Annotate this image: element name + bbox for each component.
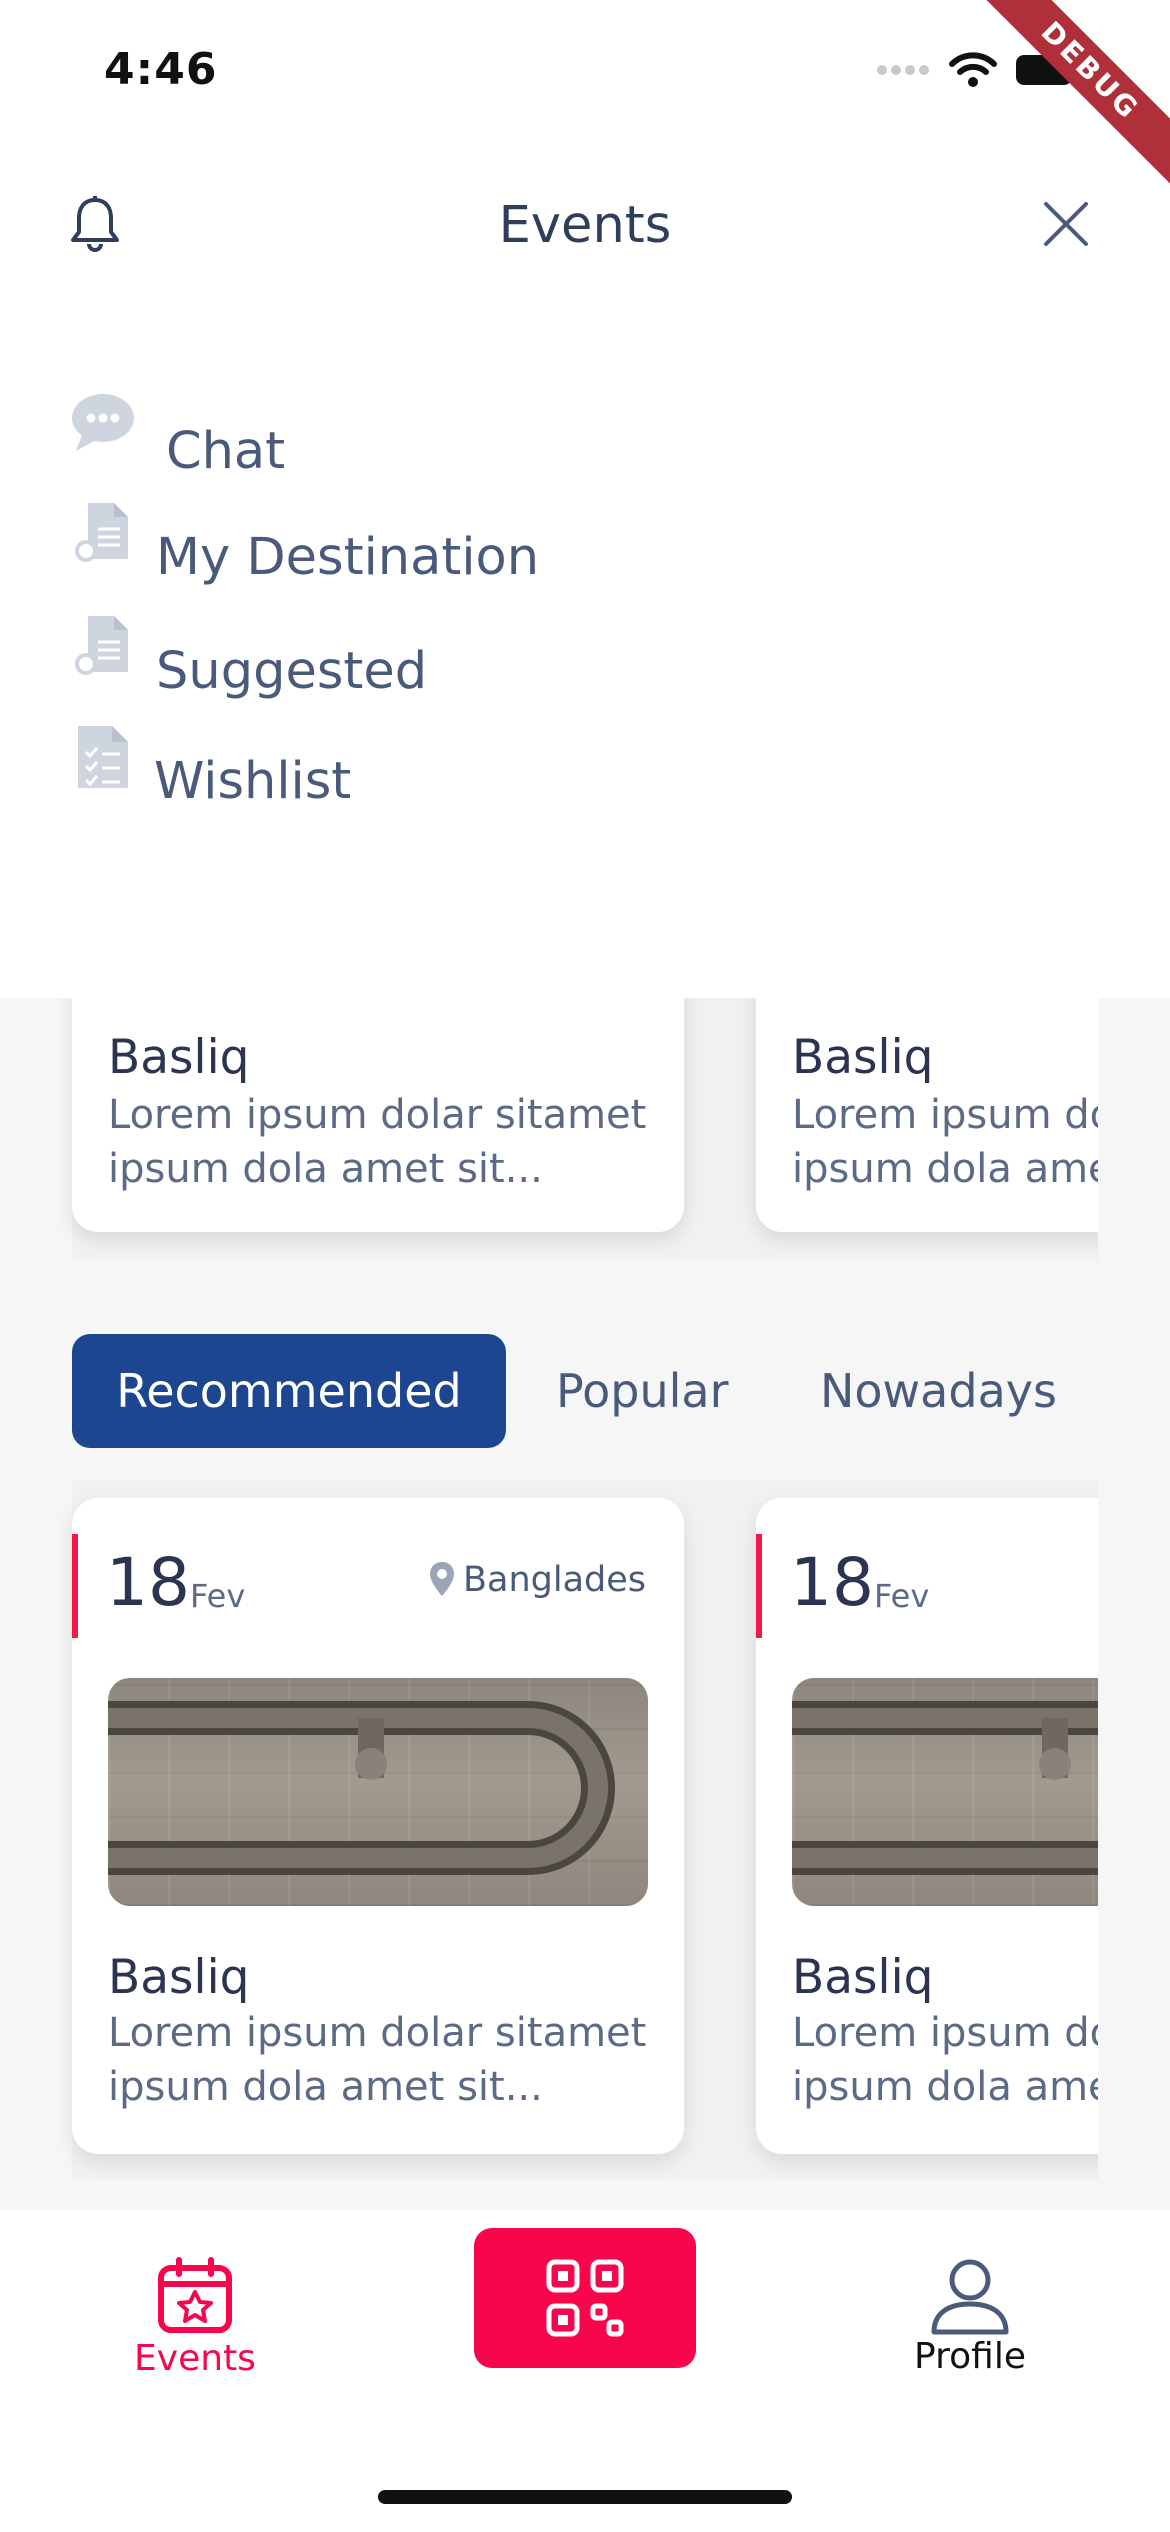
nav-events-label: Events [134, 2338, 256, 2379]
top-card-1[interactable]: Basliq Lorem ipsum dolar sitamet ipsum d… [72, 998, 684, 1232]
event-day: 18 [790, 1544, 874, 1621]
top-card-desc-line1: Lorem ipsum dolar sitamet [108, 1092, 647, 1138]
nav-profile[interactable]: Profile [900, 2256, 1040, 2377]
cellular-signal-icon [877, 65, 929, 75]
event-card-desc-line1: Lorem ipsum dolar sitamet [108, 2010, 647, 2056]
top-cards-row: Basliq Lorem ipsum dolar sitamet ipsum d… [0, 998, 1098, 1260]
menu-item-label: Suggested [156, 642, 428, 701]
top-card-title: Basliq [108, 1030, 250, 1085]
accent-bar [72, 1534, 78, 1638]
menu-item-label: Chat [166, 422, 286, 481]
event-month: Fev [873, 1577, 930, 1615]
event-card-desc-line2: ipsum dola amet sit... [108, 2064, 543, 2110]
qr-scan-icon [546, 2259, 624, 2337]
scan-button[interactable] [474, 2228, 696, 2368]
nav-profile-label: Profile [914, 2336, 1026, 2377]
chat-bubble-icon [70, 389, 136, 455]
event-date: 18 Fev [790, 1544, 929, 1621]
top-card-desc-line1: Lorem ipsum dolar sitamet [792, 1092, 1098, 1138]
home-indicator [378, 2490, 792, 2504]
debug-banner: DEBUG [970, 0, 1170, 200]
menu-item-chat[interactable]: Chat [70, 362, 285, 481]
event-day: 18 [106, 1544, 190, 1621]
event-cards-row: 18 Fev Banglades Basliq Lorem ipsum dola… [0, 1480, 1098, 2180]
event-date: 18 Fev [106, 1544, 245, 1621]
calendar-star-icon [158, 2257, 232, 2333]
top-card-2[interactable]: Basliq Lorem ipsum dolar sitamet ipsum d… [756, 998, 1098, 1232]
menu-sheet: 4:46 DEBUG Events Chat My Destination Su… [0, 0, 1170, 998]
event-card-desc-line1: Lorem ipsum dolar sitamet [792, 2010, 1098, 2056]
menu-item-label: Wishlist [154, 752, 352, 811]
checklist-icon [70, 724, 136, 790]
location-pin-icon [429, 1562, 454, 1596]
close-icon[interactable] [1040, 198, 1092, 250]
menu-item-my-destination[interactable]: My Destination [70, 478, 539, 587]
event-photo [108, 1678, 648, 1906]
event-card-2[interactable]: 18 Fev Basliq Lorem ipsum dolar sitamet … [756, 1498, 1098, 2154]
menu-item-label: My Destination [156, 528, 540, 587]
tab-recommended[interactable]: Recommended [72, 1334, 506, 1448]
event-location: Banglades [427, 1560, 646, 1600]
event-location-label: Banglades [462, 1560, 646, 1600]
event-photo [792, 1678, 1098, 1906]
document-icon [70, 500, 136, 566]
event-card-title: Basliq [108, 1950, 250, 2005]
event-month: Fev [189, 1577, 246, 1615]
nav-events[interactable]: Events [130, 2256, 260, 2379]
document-icon [70, 613, 136, 679]
top-card-desc-line2: ipsum dola amet sit... [108, 1146, 543, 1192]
debug-label: DEBUG [970, 0, 1170, 194]
page-title: Events [498, 196, 672, 255]
menu-item-suggested[interactable]: Suggested [70, 590, 427, 701]
menu-item-wishlist[interactable]: Wishlist [70, 702, 351, 811]
profile-icon [931, 2259, 1009, 2335]
accent-bar [756, 1534, 762, 1638]
tab-nowadays[interactable]: Nowadays [820, 1334, 1057, 1448]
top-card-title: Basliq [792, 1030, 934, 1085]
status-time: 4:46 [104, 44, 218, 95]
event-card-1[interactable]: 18 Fev Banglades Basliq Lorem ipsum dola… [72, 1498, 684, 2154]
top-card-desc-line2: ipsum dola amet sit... [792, 1146, 1098, 1192]
tab-popular[interactable]: Popular [556, 1334, 728, 1448]
event-card-desc-line2: ipsum dola amet sit... [792, 2064, 1098, 2110]
event-card-title: Basliq [792, 1950, 934, 2005]
